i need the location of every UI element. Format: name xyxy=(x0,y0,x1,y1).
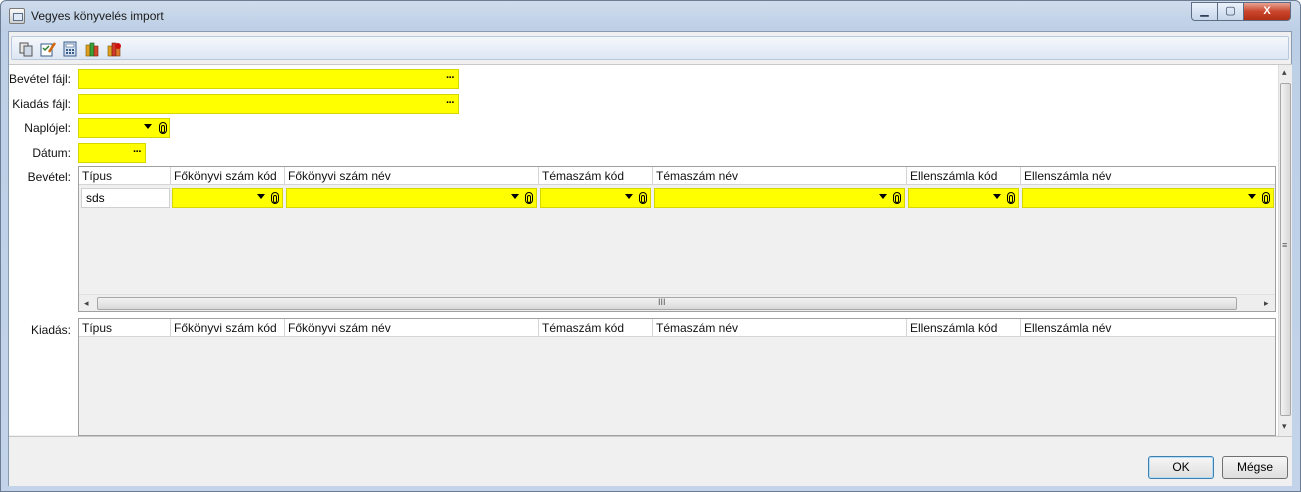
paperclip-icon[interactable] xyxy=(639,192,647,204)
tipus-cell[interactable]: sds xyxy=(81,188,170,208)
column-header-ellenszamla-kod[interactable]: Ellenszámla kód xyxy=(907,319,1021,337)
dialog-footer: OK Mégse xyxy=(9,436,1292,486)
kiadas-grid: Típus Főkönyvi szám kód Főkönyvi szám né… xyxy=(78,318,1276,436)
paperclip-icon[interactable] xyxy=(159,122,167,134)
minimize-button[interactable]: ▁ xyxy=(1191,2,1218,21)
ellenszamla-kod-dropdown[interactable] xyxy=(908,188,1019,208)
calculator-icon xyxy=(63,41,77,57)
toolbar xyxy=(11,36,1289,60)
chevron-down-icon[interactable] xyxy=(511,194,519,199)
scroll-left-arrow-icon[interactable]: ◂ xyxy=(84,298,89,309)
ellenszamla-nev-dropdown[interactable] xyxy=(1022,188,1274,208)
dialog-client-area: Bevétel fájl: ··· Kiadás fájl: ··· Napló… xyxy=(8,31,1292,486)
bevetel-horizontal-scrollbar[interactable]: ◂ III ▸ xyxy=(79,294,1275,311)
bevetel-fajl-field[interactable]: ··· xyxy=(78,69,459,89)
column-header-fokonyvi-kod[interactable]: Főkönyvi szám kód xyxy=(171,319,285,337)
chevron-down-icon[interactable] xyxy=(1248,194,1256,199)
kiadas-fajl-browse-button[interactable]: ··· xyxy=(446,97,455,109)
book-stack-green-icon xyxy=(85,42,99,57)
datum-field[interactable]: ··· xyxy=(78,143,146,163)
bevetel-fajl-label: Bevétel fájl: xyxy=(8,72,71,86)
column-header-fokonyvi-nev[interactable]: Főkönyvi szám név xyxy=(285,319,539,337)
chevron-down-icon[interactable] xyxy=(625,194,633,199)
edit-checklist-icon xyxy=(40,42,56,57)
scroll-right-arrow-icon[interactable]: ▸ xyxy=(1264,298,1269,309)
kiadas-fajl-field[interactable]: ··· xyxy=(78,94,459,114)
window-title: Vegyes könyvelés import xyxy=(31,9,164,23)
column-header-ellenszamla-nev[interactable]: Ellenszámla név xyxy=(1021,167,1277,185)
datum-picker-button[interactable]: ··· xyxy=(133,146,142,158)
paperclip-icon[interactable] xyxy=(893,192,901,204)
chevron-down-icon[interactable] xyxy=(144,124,152,129)
vertical-scroll-thumb[interactable]: ≡ xyxy=(1280,83,1291,416)
kiadas-grid-header: Típus Főkönyvi szám kód Főkönyvi szám né… xyxy=(79,319,1275,337)
kiadas-fajl-label: Kiadás fájl: xyxy=(12,97,71,111)
window-app-icon xyxy=(9,8,25,24)
chevron-down-icon[interactable] xyxy=(879,194,887,199)
paperclip-icon[interactable] xyxy=(271,192,279,204)
column-header-temaszam-kod[interactable]: Témaszám kód xyxy=(539,319,653,337)
horizontal-scroll-thumb[interactable]: III xyxy=(97,297,1237,310)
scroll-down-arrow-icon[interactable]: ▾ xyxy=(1282,421,1287,432)
column-header-temaszam-nev[interactable]: Témaszám név xyxy=(653,319,907,337)
fokonyvi-nev-dropdown[interactable] xyxy=(286,188,537,208)
column-header-temaszam-nev[interactable]: Témaszám név xyxy=(653,167,907,185)
temaszam-kod-dropdown[interactable] xyxy=(540,188,651,208)
scroll-grip-icon: ≡ xyxy=(1282,240,1288,250)
column-header-tipus[interactable]: Típus xyxy=(79,167,171,185)
column-header-ellenszamla-nev[interactable]: Ellenszámla név xyxy=(1021,319,1277,337)
book-stack-red-icon xyxy=(107,42,121,57)
column-header-fokonyvi-nev[interactable]: Főkönyvi szám név xyxy=(285,167,539,185)
copy-document-icon xyxy=(19,42,33,57)
scroll-up-arrow-icon[interactable]: ▴ xyxy=(1282,67,1287,78)
toolbar-copy-button[interactable] xyxy=(17,40,35,58)
toolbar-edit-button[interactable] xyxy=(39,40,57,58)
dialog-window: Vegyes könyvelés import ▁ ▢ X Bevétel fá… xyxy=(0,0,1301,492)
form-content: Bevétel fájl: ··· Kiadás fájl: ··· Napló… xyxy=(9,64,1292,436)
bevetel-grid-header: Típus Főkönyvi szám kód Főkönyvi szám né… xyxy=(79,167,1275,185)
naplojel-dropdown[interactable] xyxy=(78,118,170,138)
toolbar-red-books-button[interactable] xyxy=(105,40,123,58)
toolbar-green-books-button[interactable] xyxy=(83,40,101,58)
column-header-temaszam-kod[interactable]: Témaszám kód xyxy=(539,167,653,185)
form-vertical-scrollbar[interactable]: ▴ ≡ ▾ xyxy=(1278,65,1292,436)
chevron-down-icon[interactable] xyxy=(257,194,265,199)
cancel-button[interactable]: Mégse xyxy=(1222,456,1288,479)
close-button[interactable]: X xyxy=(1243,2,1291,21)
column-header-tipus[interactable]: Típus xyxy=(79,319,171,337)
scroll-grip-icon: III xyxy=(658,297,666,307)
chevron-down-icon[interactable] xyxy=(993,194,1001,199)
bevetel-grid-label: Bevétel: xyxy=(27,170,71,184)
column-header-fokonyvi-kod[interactable]: Főkönyvi szám kód xyxy=(171,167,285,185)
temaszam-nev-dropdown[interactable] xyxy=(654,188,905,208)
title-bar[interactable]: Vegyes könyvelés import ▁ ▢ X xyxy=(1,1,1300,31)
paperclip-icon[interactable] xyxy=(1007,192,1015,204)
ok-button[interactable]: OK xyxy=(1148,456,1214,479)
kiadas-grid-label: Kiadás: xyxy=(30,323,71,337)
fokonyvi-kod-dropdown[interactable] xyxy=(172,188,283,208)
paperclip-icon[interactable] xyxy=(525,192,533,204)
bevetel-fajl-browse-button[interactable]: ··· xyxy=(446,72,455,84)
paperclip-icon[interactable] xyxy=(1262,192,1270,204)
bevetel-grid: Típus Főkönyvi szám kód Főkönyvi szám né… xyxy=(78,166,1276,312)
datum-label: Dátum: xyxy=(32,146,71,160)
toolbar-calculator-button[interactable] xyxy=(61,40,79,58)
maximize-button[interactable]: ▢ xyxy=(1217,2,1244,21)
naplojel-label: Naplójel: xyxy=(24,121,71,135)
column-header-ellenszamla-kod[interactable]: Ellenszámla kód xyxy=(907,167,1021,185)
